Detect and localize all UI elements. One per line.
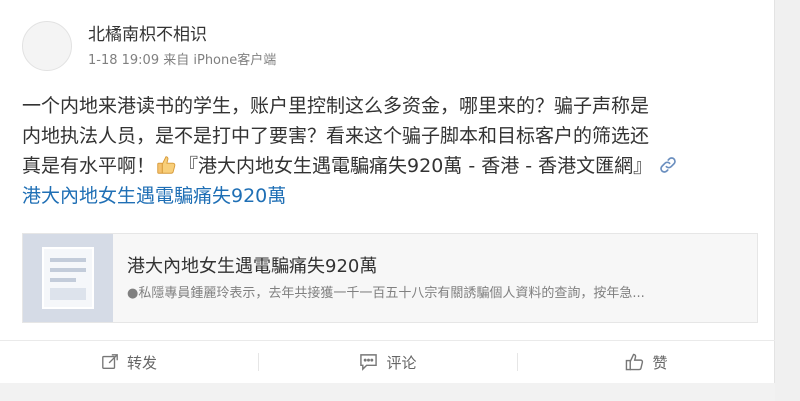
like-icon: [626, 353, 644, 371]
repost-icon: [102, 354, 118, 369]
comment-button[interactable]: 评论: [259, 341, 517, 383]
card-bottom-gap: [0, 383, 775, 401]
like-button[interactable]: 赞: [518, 341, 775, 383]
action-bar: 转发 评论 赞: [0, 341, 775, 383]
post-article-link[interactable]: 港大內地女生遇電騙痛失920萬: [22, 185, 286, 207]
post-meta: 1-18 19:09 来自 iPhone客户端: [88, 53, 277, 68]
post-text-line-3-start: 真是有水平啊！: [22, 155, 156, 177]
like-label: 赞: [652, 353, 668, 372]
repost-label: 转发: [126, 353, 157, 372]
link-card-description: ●私隱專員鍾麗玲表示，去年共接獲一千一百五十八宗有關誘騙個人資料的查詢，按年急.…: [127, 286, 645, 301]
article-thumbnail-icon: [42, 247, 94, 309]
page-side-strip: [775, 0, 800, 401]
comment-label: 评论: [386, 353, 417, 372]
post-text-line-1: 一个内地来港读书的学生，账户里控制这么多资金，哪里来的？骗子声称是: [22, 95, 650, 117]
comment-icon: [360, 354, 378, 371]
avatar[interactable]: [22, 21, 72, 71]
repost-button[interactable]: 转发: [0, 341, 258, 383]
post-text-line-3-quote: 『港大内地女生遇電騙痛失920萬 - 香港 - 香港文匯網』: [179, 155, 653, 177]
post-text-line-4: 港大內地女生遇電騙痛失920萬: [22, 181, 757, 211]
weibo-post-card: 北橘南枳不相识 1-18 19:09 来自 iPhone客户端 一个内地来港读书…: [0, 0, 775, 401]
post-text-line-2: 内地执法人员，是不是打中了要害？看来这个骗子脚本和目标客户的筛选还: [22, 125, 650, 147]
link-card-title: 港大內地女生遇電騙痛失920萬: [127, 256, 378, 277]
link-icon[interactable]: [658, 155, 678, 175]
post-text-line-3: 真是有水平啊！ 『港大内地女生遇電騙痛失920萬 - 香港 - 香港文匯網』: [22, 151, 757, 181]
link-preview-card[interactable]: 港大內地女生遇電騙痛失920萬 ●私隱專員鍾麗玲表示，去年共接獲一千一百五十八宗…: [22, 233, 758, 323]
post-username[interactable]: 北橘南枳不相识: [88, 24, 207, 46]
post-body: 一个内地来港读书的学生，账户里控制这么多资金，哪里来的？骗子声称是 内地执法人员…: [22, 91, 757, 211]
thumbs-up-emoji-icon: [157, 156, 176, 174]
article-thumbnail: [23, 234, 113, 322]
